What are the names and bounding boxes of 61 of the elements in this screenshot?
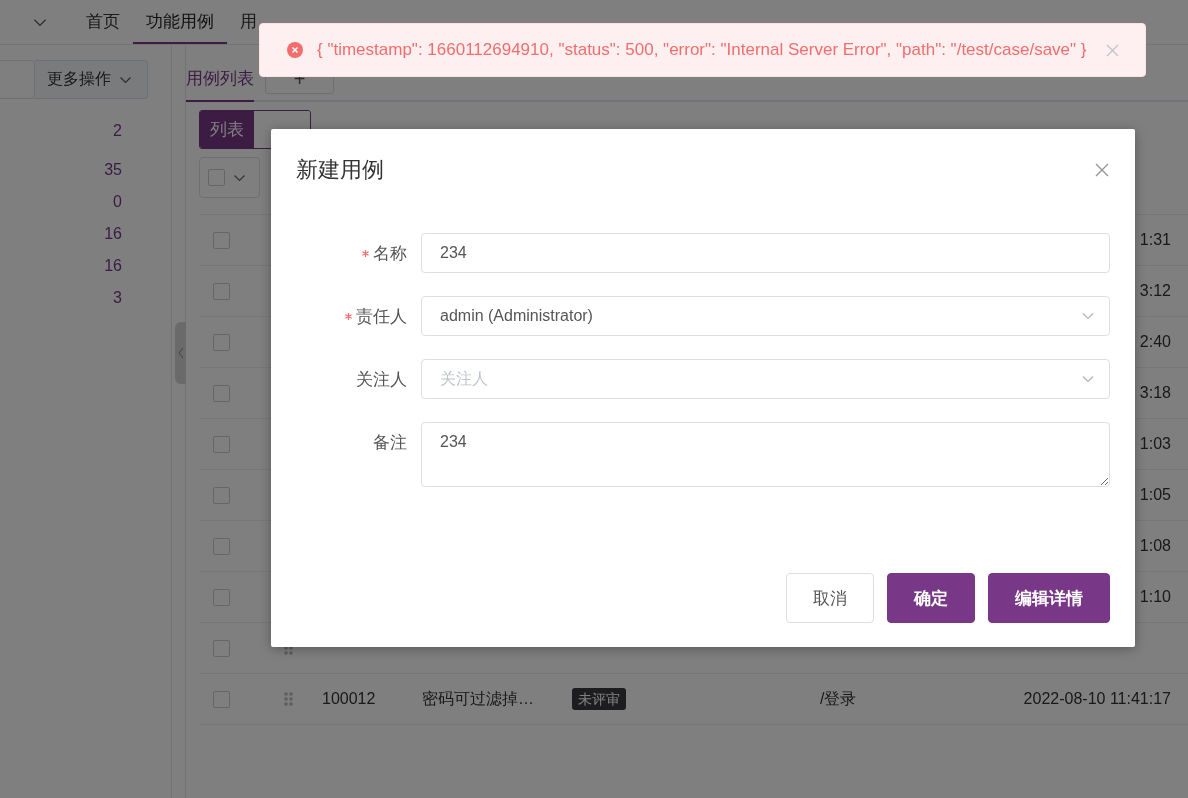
- checkbox[interactable]: [213, 282, 230, 300]
- collapse-handle[interactable]: [175, 322, 186, 384]
- status-tag: 未评审: [572, 687, 626, 710]
- select-all-dropdown[interactable]: [199, 157, 260, 198]
- count-label: 35: [104, 160, 122, 180]
- table-cell: 100012: [322, 690, 376, 707]
- count-label: 0: [113, 192, 122, 212]
- primary-button[interactable]: 确定: [887, 573, 975, 623]
- checkbox[interactable]: [213, 639, 230, 657]
- view-toggle[interactable]: 列表: [200, 111, 254, 148]
- table-cell: 1:31: [1139, 231, 1171, 249]
- nav-tab[interactable]: 首页: [73, 0, 133, 44]
- cancel-button[interactable]: 取消: [786, 573, 874, 623]
- error-icon: [287, 42, 303, 58]
- checkbox[interactable]: [213, 690, 230, 708]
- checkbox[interactable]: [213, 231, 230, 249]
- table-cell: /登录: [820, 689, 857, 707]
- dialog-title: 新建用例: [296, 156, 384, 184]
- count-label: 16: [104, 256, 122, 276]
- field-label: 责任人: [356, 305, 407, 328]
- chevron-down-icon: [119, 75, 132, 84]
- table-cell[interactable]: 密码可过滤掉…: [422, 689, 534, 707]
- count-label: 3: [113, 288, 122, 308]
- table-cell: 2022-08-10 11:41:17: [1023, 690, 1171, 708]
- checkbox[interactable]: [213, 537, 230, 555]
- checkbox[interactable]: [213, 588, 230, 606]
- table-cell: 1:05: [1139, 486, 1171, 504]
- table-cell: 1:03: [1139, 435, 1171, 453]
- close-button[interactable]: [1095, 163, 1109, 177]
- field-label: 备注: [373, 431, 407, 454]
- checkbox[interactable]: [213, 486, 230, 504]
- table-cell: 2:40: [1139, 333, 1171, 351]
- checkbox[interactable]: [213, 435, 230, 453]
- table-cell: 3:18: [1139, 384, 1171, 402]
- close-icon: [1095, 163, 1109, 177]
- checkbox[interactable]: [213, 384, 230, 402]
- input-field[interactable]: 234: [421, 233, 1110, 273]
- tab[interactable]: 用例列表: [186, 67, 254, 102]
- primary-button[interactable]: 编辑详情: [988, 573, 1110, 623]
- textarea-field[interactable]: 234: [421, 422, 1110, 487]
- table-cell: 1:10: [1139, 588, 1171, 606]
- caret-icon: [33, 17, 47, 27]
- table-cell: 3:12: [1139, 282, 1171, 300]
- count-label: 16: [104, 224, 122, 244]
- close-icon: [1106, 43, 1119, 57]
- checkbox[interactable]: [208, 169, 225, 186]
- select-field[interactable]: admin (Administrator): [421, 296, 1110, 336]
- drag-handle-icon[interactable]: [284, 692, 293, 706]
- chevron-down-icon: [233, 173, 246, 182]
- checkbox[interactable]: [213, 333, 230, 351]
- error-message: { "timestamp": 1660112694910, "status": 500, "error": "Internal Server Error", "path": "/test/case/save" }: [317, 40, 1088, 60]
- count-label: 2: [113, 121, 122, 141]
- nav-tab[interactable]: 功能用例: [133, 0, 227, 44]
- close-button[interactable]: [1106, 43, 1119, 57]
- more-actions-button[interactable]: 更多操作: [35, 60, 148, 99]
- chevron-left-icon: [177, 347, 184, 359]
- field-label: 关注人: [356, 368, 407, 391]
- table-cell: 1:08: [1139, 537, 1171, 555]
- chevron-down-icon: [1081, 312, 1095, 320]
- chevron-down-icon: [1081, 375, 1095, 383]
- field-label: 名称: [373, 242, 407, 265]
